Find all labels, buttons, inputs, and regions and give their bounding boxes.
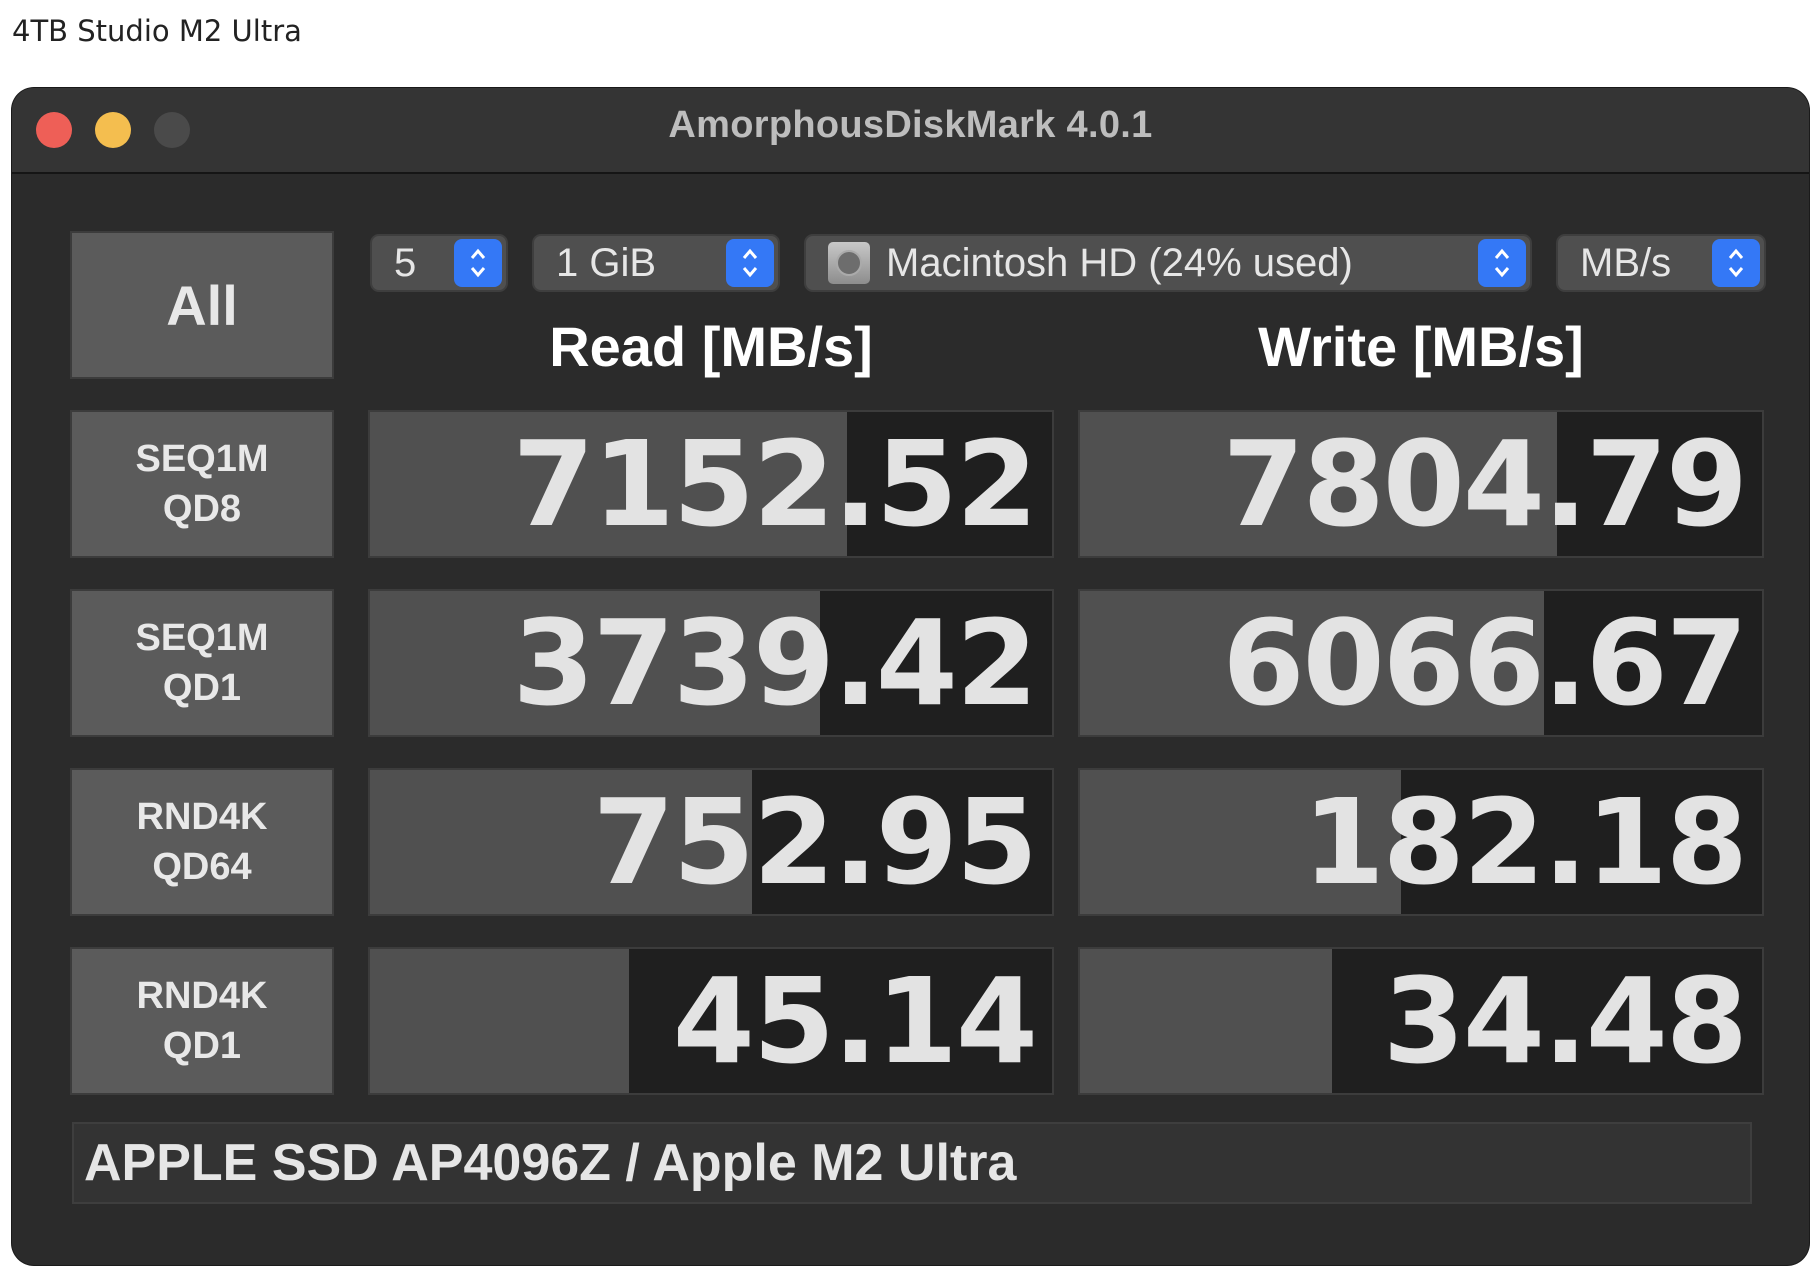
test-type-label: RND4K (136, 975, 268, 1017)
count-value: 5 (394, 240, 417, 285)
write-result-cell: 6066.67 (1078, 589, 1764, 737)
write-result-cell: 34.48 (1078, 947, 1764, 1095)
test-queue-label: QD1 (162, 1025, 242, 1067)
titlebar: AmorphousDiskMark 4.0.1 (12, 88, 1809, 174)
caption: 4TB Studio M2 Ultra (12, 14, 302, 48)
device-info: APPLE SSD AP4096Z / Apple M2 Ultra (72, 1122, 1752, 1204)
test-type-label: SEQ1M (135, 617, 269, 659)
all-button[interactable]: All (70, 231, 334, 379)
test-button-rnd4k-qd64[interactable]: RND4K QD64 (70, 768, 334, 916)
read-result-cell: 7152.52 (368, 410, 1054, 558)
test-button-seq1m-qd8[interactable]: SEQ1M QD8 (70, 410, 334, 558)
read-value: 45.14 (672, 952, 1038, 1090)
chevron-updown-icon (726, 239, 774, 287)
write-value: 34.48 (1382, 952, 1748, 1090)
write-result-cell: 7804.79 (1078, 410, 1764, 558)
hard-disk-icon (828, 242, 870, 284)
read-value: 3739.42 (512, 594, 1038, 732)
chevron-updown-icon (1712, 239, 1760, 287)
read-progress-bar (370, 949, 630, 1093)
test-type-label: SEQ1M (135, 438, 269, 480)
test-queue-label: QD8 (162, 488, 242, 530)
read-result-cell: 752.95 (368, 768, 1054, 916)
test-queue-label: QD64 (152, 846, 252, 888)
size-value: 1 GiB (556, 240, 657, 285)
write-value: 7804.79 (1222, 415, 1748, 553)
test-button-seq1m-qd1[interactable]: SEQ1M QD1 (70, 589, 334, 737)
test-queue-label: QD1 (162, 667, 242, 709)
unit-value: MB/s (1580, 240, 1672, 285)
write-progress-bar (1080, 949, 1333, 1093)
read-value: 7152.52 (512, 415, 1038, 553)
read-result-cell: 45.14 (368, 947, 1054, 1095)
size-select[interactable]: 1 GiB (532, 234, 780, 292)
chevron-updown-icon (454, 239, 502, 287)
app-window: AmorphousDiskMark 4.0.1 All 5 1 GiB Maci… (12, 88, 1809, 1265)
write-value: 6066.67 (1222, 594, 1748, 732)
chevron-updown-icon (1478, 239, 1526, 287)
write-result-cell: 182.18 (1078, 768, 1764, 916)
disk-value: Macintosh HD (24% used) (886, 240, 1353, 285)
window-title: AmorphousDiskMark 4.0.1 (668, 104, 1153, 146)
read-result-cell: 3739.42 (368, 589, 1054, 737)
test-type-label: RND4K (136, 796, 268, 838)
unit-select[interactable]: MB/s (1556, 234, 1766, 292)
write-header: Write [MB/s] (1258, 315, 1584, 378)
read-value: 752.95 (592, 773, 1038, 911)
write-value: 182.18 (1302, 773, 1748, 911)
test-button-rnd4k-qd1[interactable]: RND4K QD1 (70, 947, 334, 1095)
read-header: Read [MB/s] (549, 315, 873, 378)
disk-select[interactable]: Macintosh HD (24% used) (804, 234, 1532, 292)
count-select[interactable]: 5 (370, 234, 508, 292)
